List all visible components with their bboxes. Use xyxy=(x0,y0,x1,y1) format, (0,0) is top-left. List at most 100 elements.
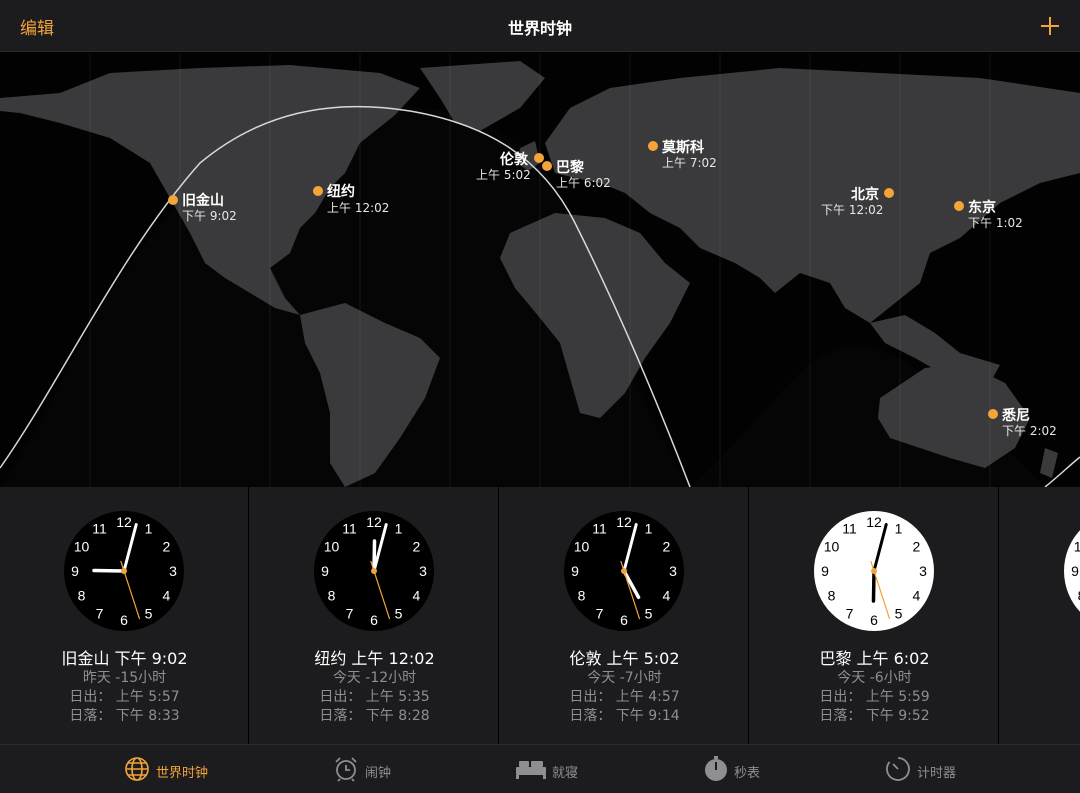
clock-cards-row[interactable]: 12 1 2 3 4 5 6 7 8 9 10 11 旧金山 下午 9:02 昨天 -15小时 日出：… xyxy=(0,487,1080,744)
city-time: 下午 12:02 xyxy=(821,203,884,217)
tab-stopwatch[interactable]: 秒表 xyxy=(703,745,783,793)
clock-card-sunset: 日落： 下午 9:14 xyxy=(569,708,680,724)
city-time: 上午 6:02 xyxy=(556,176,611,190)
stopwatch-icon xyxy=(705,756,727,781)
clock-card-new-york[interactable]: 12 1 2 3 4 5 6 7 8 9 10 11 纽约 上午 12:02 今天 -12小时 日出：… xyxy=(250,487,499,744)
clock-card-london[interactable]: 12 1 2 3 4 5 6 7 8 9 10 11 伦敦 上午 5:02 今天 -7小时 日出： 上… xyxy=(500,487,749,744)
analog-clock: 121234567891011 xyxy=(814,511,934,631)
city-dot xyxy=(168,195,178,205)
clock-card-title: 伦敦 上午 5:02 xyxy=(569,649,680,668)
clock-card-sunrise: 日出： 上午 5:57 xyxy=(69,689,180,705)
clock-numeral: 4 xyxy=(913,588,921,604)
city-time: 下午 2:02 xyxy=(1002,424,1057,438)
clock-numeral: 8 xyxy=(828,588,836,604)
city-dot xyxy=(542,161,552,171)
clock-numeral: 7 xyxy=(96,605,104,621)
clock-numeral: 8 xyxy=(578,588,586,604)
clock-hour-hand xyxy=(92,568,126,573)
clock-card-sunrise: 日出： 上午 5:35 xyxy=(319,689,430,705)
clock-numeral: 3 xyxy=(419,563,427,579)
clock-card-san-francisco[interactable]: 12 1 2 3 4 5 6 7 8 9 10 11 旧金山 下午 9:02 昨天 -15小时 日出：… xyxy=(0,487,249,744)
city-dot xyxy=(954,201,964,211)
clock-numeral: 12 xyxy=(366,514,382,530)
clock-numeral: 9 xyxy=(1071,563,1079,579)
clock-numeral: 1 xyxy=(645,521,653,537)
clock-numeral: 1 xyxy=(395,521,403,537)
clock-card-title: 纽约 上午 12:02 xyxy=(314,649,435,668)
clock-hour-hand xyxy=(871,569,876,603)
plus-icon[interactable] xyxy=(1036,12,1064,40)
clock-card-sunrise: 日 xyxy=(1000,686,1080,706)
clock-numeral: 4 xyxy=(163,588,171,604)
clock-card-sunset: 日 xyxy=(1000,705,1080,725)
clock-numeral: 8 xyxy=(328,588,336,604)
world-map-graphic xyxy=(0,53,1080,487)
clock-numeral: 7 xyxy=(346,605,354,621)
clock-numeral: 6 xyxy=(120,612,128,628)
tab-label: 闹钟 xyxy=(365,766,392,781)
city-time: 下午 1:02 xyxy=(968,216,1023,230)
clock-numeral: 1 xyxy=(895,521,903,537)
south-america xyxy=(300,303,440,487)
clock-numeral: 3 xyxy=(169,563,177,579)
tab-label: 就寝 xyxy=(552,766,579,781)
clock-numeral: 2 xyxy=(663,539,671,555)
tab-world-clock[interactable]: 世界时钟 xyxy=(124,745,224,793)
clock-numeral: 5 xyxy=(645,605,653,621)
analog-clock: 121234567891011 xyxy=(314,511,434,631)
clock-numeral: 7 xyxy=(596,605,604,621)
clock-numeral: 12 xyxy=(616,514,632,530)
analog-clock: 121234567891011 xyxy=(64,511,184,631)
clock-card-offset: 今天 -6小时 xyxy=(837,670,912,686)
clock-numeral: 12 xyxy=(866,514,882,530)
clock-center-pin xyxy=(621,568,627,574)
clock-numeral: 2 xyxy=(163,539,171,555)
world-map: 旧金山 下午 9:02 纽约 上午 12:02 伦敦 上午 5:02 巴黎 上午… xyxy=(0,53,1080,487)
page-title: 世界时钟 xyxy=(507,19,572,38)
clock-card-title: 莫 xyxy=(1000,645,1080,669)
analog-clock: 121234567891011 xyxy=(564,511,684,631)
tab-bar: 世界时钟 闹钟 就寝 秒表 计时器 xyxy=(0,744,1080,793)
city-name: 纽约 xyxy=(327,184,355,200)
tab-timer[interactable]: 计时器 xyxy=(885,745,975,793)
clock-numeral: 11 xyxy=(92,521,107,537)
clock-numeral: 5 xyxy=(395,605,403,621)
tab-alarm[interactable]: 闹钟 xyxy=(333,745,413,793)
clock-numeral: 1 xyxy=(145,521,153,537)
clock-numeral: 4 xyxy=(413,588,421,604)
city-dot xyxy=(884,188,894,198)
clock-numeral: 6 xyxy=(870,612,878,628)
clock-numeral: 6 xyxy=(370,612,378,628)
clock-card-sunset: 日落： 下午 8:33 xyxy=(69,708,180,724)
edit-button[interactable]: 编辑 xyxy=(20,14,54,39)
clock-numeral: 6 xyxy=(620,612,628,628)
analog-clock: 121234567891011 xyxy=(1064,530,1080,612)
clock-numeral: 3 xyxy=(919,563,927,579)
city-time: 上午 7:02 xyxy=(662,156,717,170)
clock-numeral: 11 xyxy=(592,521,607,537)
tab-bedtime[interactable]: 就寝 xyxy=(515,745,595,793)
city-time: 上午 5:02 xyxy=(476,168,531,182)
clock-card-paris[interactable]: 12 1 2 3 4 5 6 7 8 9 10 11 巴黎 上午 6:02 今天 -6小时 日出： 上… xyxy=(750,487,999,744)
clock-numeral: 4 xyxy=(663,588,671,604)
clock-numeral: 3 xyxy=(669,563,677,579)
clock-center-pin xyxy=(371,568,377,574)
clock-numeral: 9 xyxy=(571,563,579,579)
clock-card-offset: 今天 -7小时 xyxy=(587,670,662,686)
clock-center-pin xyxy=(871,568,877,574)
clock-numeral: 11 xyxy=(842,521,857,537)
city-time: 下午 9:02 xyxy=(182,209,237,223)
clock-card-moscow[interactable]: 121234567891011 莫 日 日 xyxy=(1000,487,1080,744)
city-dot xyxy=(313,186,323,196)
clock-numeral: 10 xyxy=(324,539,340,555)
bed-icon xyxy=(516,761,546,779)
clock-numeral: 5 xyxy=(145,605,153,621)
alarm-clock-icon xyxy=(335,757,357,782)
clock-numeral: 10 xyxy=(574,539,590,555)
tab-label: 世界时钟 xyxy=(156,766,209,781)
clock-numeral: 11 xyxy=(342,521,357,537)
clock-numeral: 2 xyxy=(913,539,921,555)
city-time: 上午 12:02 xyxy=(327,201,390,215)
clock-numeral: 9 xyxy=(71,563,79,579)
timer-icon xyxy=(886,757,910,781)
